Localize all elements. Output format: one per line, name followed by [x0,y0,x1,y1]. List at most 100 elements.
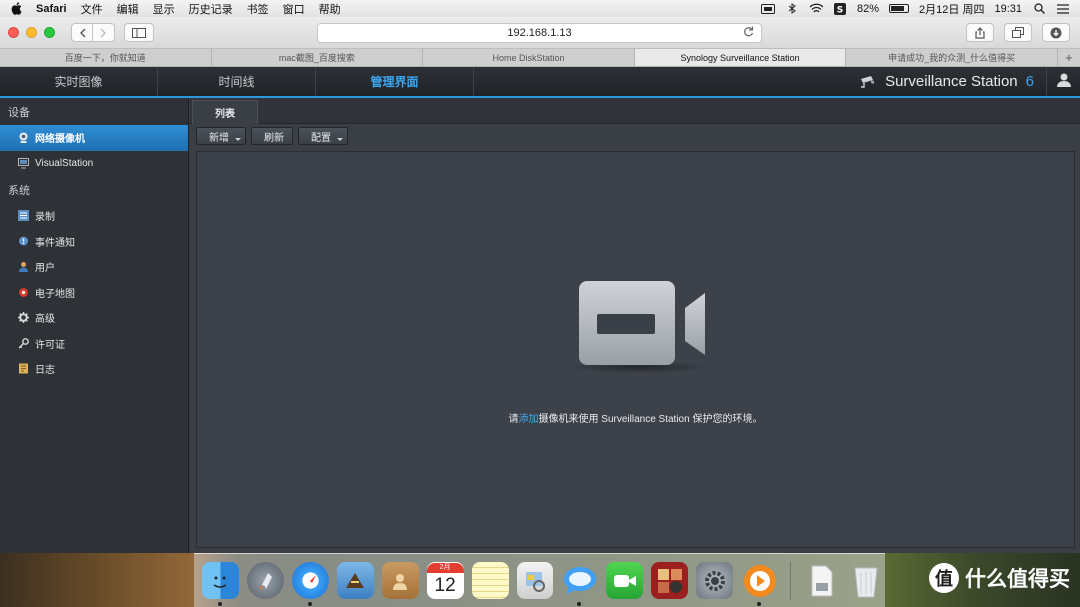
downloads-stack-icon[interactable] [803,562,840,599]
browser-tab[interactable]: Home DiskStation [423,49,635,66]
browser-tab-bar: 百度一下，你就知道 mac截图_百度搜索 Home DiskStation Sy… [0,49,1080,67]
calendar-day: 12 [434,574,456,596]
add-camera-link[interactable]: 添加 [519,414,539,425]
macos-menu-bar: Safari 文件 编辑 显示 历史记录 书签 窗口 帮助 S 82% 2月12… [0,0,1080,17]
nav-timeline[interactable]: 时间线 [158,67,316,96]
refresh-button[interactable]: 刷新 [251,127,293,145]
facetime-icon[interactable] [606,562,644,599]
finder-icon[interactable] [202,562,239,606]
watermark-text: 什么值得买 [965,568,1070,591]
sidebar-item-label: 网络摄像机 [35,134,85,146]
nav-live-view[interactable]: 实时图像 [0,67,158,96]
user-menu-button[interactable] [1046,67,1080,96]
menu-app-name[interactable]: Safari [36,3,67,15]
menu-file[interactable]: 文件 [81,1,103,17]
sidebar-toggle-button[interactable] [124,23,154,42]
input-method-icon[interactable]: S [833,2,847,15]
sidebar-item-notification[interactable]: 事件通知 [0,229,188,255]
sidebar-item-license[interactable]: 许可证 [0,331,188,357]
battery-icon[interactable] [889,4,910,13]
system-preferences-icon[interactable] [696,562,734,599]
preview-icon[interactable] [516,562,554,599]
notes-icon[interactable] [471,562,509,599]
fullscreen-window-button[interactable] [44,27,55,38]
menu-history[interactable]: 历史记录 [189,1,233,17]
menu-view[interactable]: 显示 [153,1,175,17]
brand-version: 6 [1025,73,1034,90]
map-pin-icon [18,287,29,298]
sidebar-item-label: 日志 [35,365,55,377]
site-watermark: 值 什么值得买 [929,563,1070,593]
menu-edit[interactable]: 编辑 [117,1,139,17]
add-button[interactable]: 新增 [196,127,246,145]
spotlight-search-icon[interactable] [1032,3,1046,14]
media-player-icon[interactable] [741,562,778,606]
sidebar-item-label: 用户 [35,263,55,275]
sidebar-item-advanced[interactable]: 高级 [0,305,188,331]
apple-menu-icon[interactable] [10,2,22,15]
close-window-button[interactable] [8,27,19,38]
configure-dropdown-caret-icon [337,138,343,141]
configure-button[interactable]: 配置 [298,127,348,145]
trash-icon[interactable] [848,562,885,599]
main-panel: 列表 新增 刷新 配置 请添加摄像机来使用 Surveillance Stati… [190,98,1080,553]
sidebar-item-label: VisualStation [35,157,94,169]
back-button[interactable] [71,23,93,42]
browser-tab-active[interactable]: Synology Surveillance Station [634,49,847,66]
safari-icon[interactable] [291,562,329,606]
browser-tab-label: Home DiskStation [492,52,565,63]
menu-date[interactable]: 2月12日 周四 [919,1,984,17]
downloads-button[interactable] [1042,23,1070,42]
nav-management[interactable]: 管理界面 [316,67,474,96]
sidebar-item-label: 录制 [35,212,55,224]
menu-window[interactable]: 窗口 [283,1,305,17]
tab-list[interactable]: 列表 [192,100,258,124]
messages-icon[interactable] [561,562,598,606]
empty-state-prefix: 请 [508,414,519,425]
menu-time[interactable]: 19:31 [994,3,1022,15]
reload-icon[interactable] [743,26,754,40]
share-button[interactable] [966,23,994,42]
recording-list-icon [18,210,29,222]
sidebar-item-ip-camera[interactable]: 网络摄像机 [0,125,188,151]
running-indicator [757,602,762,606]
webcam-icon [18,132,29,144]
calendar-icon[interactable]: 2月 12 [426,562,464,599]
menu-help[interactable]: 帮助 [319,1,341,17]
minimize-window-button[interactable] [26,27,37,38]
sidebar-item-user[interactable]: 用户 [0,254,188,280]
sidebar-item-emap[interactable]: 电子地图 [0,280,188,306]
sidebar-item-log[interactable]: 日志 [0,356,188,382]
notification-center-icon[interactable] [1056,3,1070,14]
url-text: 192.168.1.13 [507,26,572,39]
new-tab-button[interactable]: + [1058,49,1080,66]
browser-tab[interactable]: 申请成功_我的众测_什么值得买 [846,49,1058,66]
macos-dock: 2月 12 [194,553,885,607]
contacts-icon[interactable] [381,562,419,599]
monitor-icon [18,157,29,169]
tabs-overview-button[interactable] [1004,23,1032,42]
wifi-icon[interactable] [809,3,824,14]
configure-button-label: 配置 [311,132,331,144]
sidebar-item-recording[interactable]: 录制 [0,203,188,229]
main-tabstrip: 列表 [190,98,1080,124]
menu-bookmarks[interactable]: 书签 [247,1,269,17]
bluetooth-icon[interactable] [785,3,799,14]
display-icon[interactable] [761,3,776,14]
address-bar[interactable]: 192.168.1.13 [317,22,762,43]
user-icon [1056,72,1072,91]
mail-icon[interactable] [336,562,374,599]
watermark-logo: 值 [929,563,959,593]
notification-icon [18,236,29,247]
forward-button[interactable] [93,23,115,42]
refresh-button-label: 刷新 [264,132,284,144]
gear-icon [18,312,29,324]
brand-name: Surveillance Station [885,73,1018,90]
management-sidebar: 设备 网络摄像机 VisualStation 系统 录制 事件通知 用户 电子地… [0,98,189,553]
browser-tab[interactable]: mac截图_百度搜索 [212,49,424,66]
sidebar-item-visualstation[interactable]: VisualStation [0,151,188,177]
browser-tab[interactable]: 百度一下，你就知道 [0,49,212,66]
photo-booth-icon[interactable] [651,562,689,599]
launchpad-icon[interactable] [246,562,284,599]
safari-toolbar: 192.168.1.13 [0,17,1080,49]
